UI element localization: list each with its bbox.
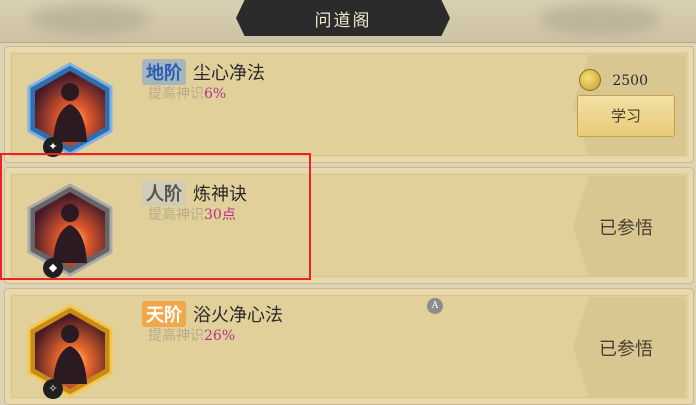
learn-button[interactable]: 学习: [577, 95, 675, 137]
skill-icon: [25, 304, 115, 398]
ink-decoration: [540, 4, 660, 34]
desc-prefix: 提高神识: [148, 328, 204, 344]
ink-decoration: [30, 4, 150, 34]
desc-value: 26%: [204, 328, 236, 344]
status-label: 已参悟: [599, 218, 653, 239]
page-title: 问道阁: [314, 11, 372, 31]
grade-label: 天阶: [142, 301, 186, 327]
skill-icon: [25, 62, 115, 156]
skill-card-1[interactable]: ✦ 地阶 尘心净法 提高神识6% 2500 学习: [4, 46, 694, 163]
desc-value: 6%: [204, 86, 227, 102]
grade-label: 地阶: [142, 59, 186, 85]
skill-name: 尘心净法: [193, 63, 265, 84]
coin-icon: [579, 69, 601, 91]
controller-a-button-hint[interactable]: A: [427, 298, 443, 314]
cost-value: 2500: [612, 73, 648, 89]
skill-card-3[interactable]: ✧ 天阶 浴火净心法 提高神识26% 已参悟: [4, 288, 694, 405]
desc-prefix: 提高神识: [148, 86, 204, 102]
skill-description: 提高神识6%: [148, 83, 226, 103]
status-label: 已参悟: [599, 339, 653, 360]
skill-description: 提高神识26%: [148, 325, 235, 345]
selection-highlight: [0, 153, 311, 280]
top-bar: 问道阁: [0, 0, 696, 43]
fire-icon: ✧: [43, 379, 63, 399]
skill-name: 浴火净心法: [193, 305, 283, 326]
